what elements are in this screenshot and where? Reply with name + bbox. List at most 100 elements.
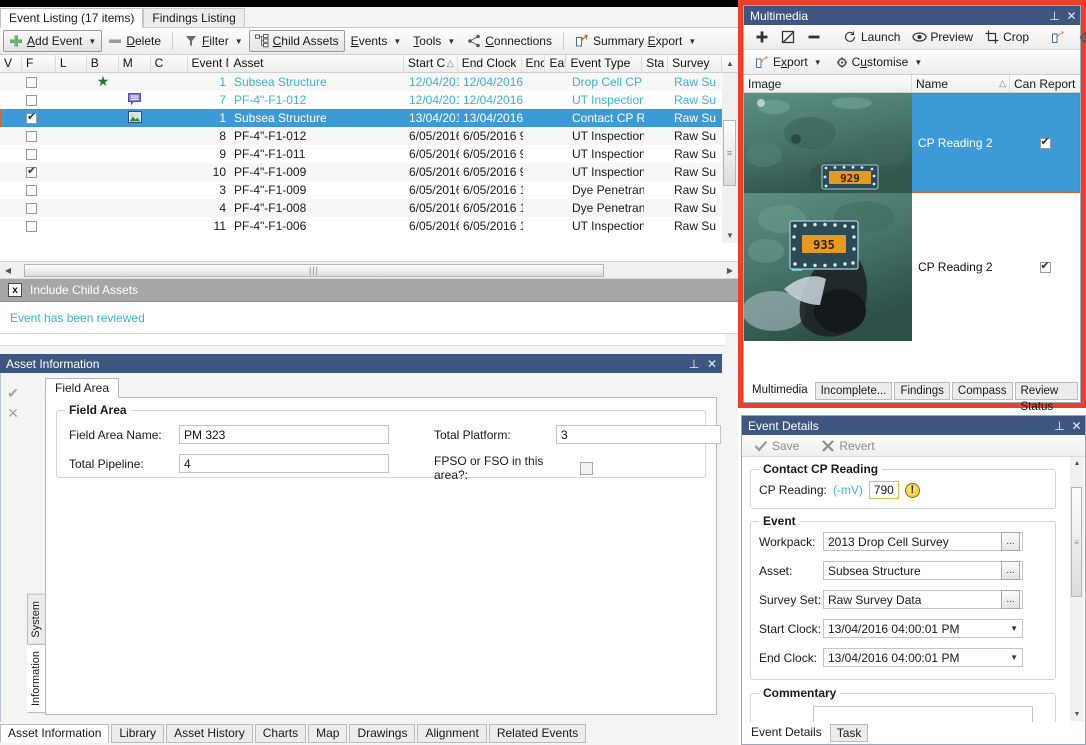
- multimedia-thumbnail[interactable]: 935: [744, 193, 912, 341]
- tools-caret-icon[interactable]: ▼: [447, 37, 455, 46]
- export-button[interactable]: Export ▼: [749, 51, 828, 73]
- add-event-button[interactable]: AAdd Eventdd Event ▼: [3, 30, 103, 52]
- tab-event-details[interactable]: Event Details: [745, 724, 828, 742]
- row-flag-checkbox[interactable]: [26, 148, 37, 160]
- crop-button[interactable]: Crop: [979, 26, 1035, 48]
- tab-library[interactable]: Library: [111, 724, 165, 743]
- tab-alignment[interactable]: Alignment: [417, 724, 487, 743]
- accept-check-icon[interactable]: ✔: [1, 383, 25, 403]
- multimedia-share-button[interactable]: [1045, 26, 1071, 48]
- pin-icon[interactable]: ⊥: [1051, 417, 1068, 434]
- field-area-name-input[interactable]: PM 323: [179, 425, 389, 444]
- cell-f[interactable]: [22, 74, 56, 91]
- tab-findings-listing[interactable]: Findings Listing: [143, 8, 245, 28]
- connections-button[interactable]: Connections: [461, 30, 558, 52]
- column-header-c[interactable]: C: [151, 55, 188, 72]
- column-header-m[interactable]: M: [119, 55, 151, 72]
- column-header-b[interactable]: B: [87, 55, 119, 72]
- tab-findings[interactable]: Findings: [894, 382, 950, 400]
- tab-map[interactable]: Map: [308, 724, 348, 743]
- table-row-selected[interactable]: 1 Subsea Structure 13/04/2016 13/04/2016…: [0, 109, 738, 127]
- hscroll-left-arrow[interactable]: ◀: [0, 262, 16, 278]
- row-flag-checkbox[interactable]: [26, 165, 37, 178]
- tab-incomplete[interactable]: Incomplete...: [814, 382, 893, 400]
- customise-button[interactable]: Customise ▼: [828, 51, 929, 73]
- table-row[interactable]: 10 PF-4"-F1-009 6/05/2016 6/05/2016 9 UT…: [0, 163, 738, 181]
- pin-icon[interactable]: ⊥: [686, 356, 702, 372]
- grid-vertical-scroll-thumb[interactable]: ≡: [723, 120, 736, 186]
- multimedia-settings-button[interactable]: [1071, 26, 1086, 48]
- tab-drawings[interactable]: Drawings: [349, 724, 416, 743]
- multimedia-item-selected[interactable]: 929 CP Reading 2: [744, 93, 1080, 193]
- row-flag-checkbox[interactable]: [26, 202, 37, 214]
- events-caret-icon[interactable]: ▼: [393, 37, 401, 46]
- pin-icon[interactable]: ⊥: [1046, 7, 1063, 24]
- column-header-can-report[interactable]: Can Report: [1010, 75, 1080, 92]
- tab-compass[interactable]: Compass: [951, 382, 1013, 400]
- hscroll-right-arrow[interactable]: ▶: [722, 262, 738, 278]
- multimedia-edit-button[interactable]: [775, 26, 801, 48]
- survey-set-input[interactable]: Raw Survey Data: [823, 590, 1023, 609]
- row-flag-checkbox[interactable]: [26, 111, 37, 124]
- tab-related-events[interactable]: Related Events: [488, 724, 587, 743]
- close-icon[interactable]: ✕: [1063, 7, 1080, 24]
- column-header-v[interactable]: V: [0, 55, 22, 72]
- tab-asset-information[interactable]: Asset Information: [0, 724, 110, 743]
- total-platform-input[interactable]: 3: [556, 425, 721, 444]
- cell-f[interactable]: [22, 218, 56, 235]
- table-row[interactable]: 8 PF-4"-F1-012 6/05/2016 6/05/2016 9 UT …: [0, 127, 738, 145]
- chevron-down-icon[interactable]: ▼: [1010, 653, 1018, 662]
- tab-event-listing[interactable]: Event Listing (17 items): [0, 8, 144, 28]
- add-event-caret-icon[interactable]: ▼: [88, 37, 96, 46]
- close-filter-icon[interactable]: x: [8, 283, 22, 297]
- table-row[interactable]: ★ 1 Subsea Structure 12/04/2016 12/04/20…: [0, 73, 738, 91]
- hscroll-thumb[interactable]: |||: [24, 263, 604, 277]
- column-header-enc[interactable]: Enc: [522, 55, 546, 72]
- table-row[interactable]: 4 PF-4"-F1-008 6/05/2016 6/05/2016 1 Dye…: [0, 199, 738, 217]
- column-header-name[interactable]: Name △: [912, 75, 1010, 92]
- reject-cross-icon[interactable]: ✕: [1, 403, 25, 423]
- survey-set-browse-button[interactable]: ...: [1001, 590, 1020, 609]
- row-flag-checkbox[interactable]: [26, 94, 37, 106]
- asset-input[interactable]: Subsea Structure: [823, 561, 1023, 580]
- workpack-input[interactable]: 2013 Drop Cell Survey: [823, 532, 1023, 551]
- can-report-checkbox[interactable]: [1039, 260, 1051, 273]
- grid-horizontal-scrollbar[interactable]: ◀ ||| ▶: [0, 262, 738, 279]
- preview-button[interactable]: Preview: [906, 26, 979, 48]
- filter-button[interactable]: Filter ▼: [178, 30, 249, 52]
- close-icon[interactable]: ✕: [1068, 417, 1085, 434]
- row-flag-checkbox[interactable]: [26, 220, 37, 232]
- table-row[interactable]: 3 PF-4"-F1-009 6/05/2016 6/05/2016 1 Dye…: [0, 181, 738, 199]
- save-button[interactable]: Save: [748, 435, 805, 457]
- table-row[interactable]: 7 PF-4"-F1-012 12/04/2016 12/04/2016 UT …: [0, 91, 738, 109]
- filter-caret-icon[interactable]: ▼: [235, 37, 243, 46]
- total-pipeline-input[interactable]: 4: [179, 454, 389, 473]
- column-header-f[interactable]: F: [22, 55, 56, 72]
- event-details-scroll-down-arrow[interactable]: ▼: [1070, 708, 1084, 721]
- commentary-textarea[interactable]: [813, 706, 1033, 722]
- cell-f[interactable]: [22, 110, 56, 127]
- asset-browse-button[interactable]: ...: [1001, 561, 1020, 580]
- cell-f[interactable]: [22, 200, 56, 217]
- column-header-event-type[interactable]: Event Type: [566, 55, 643, 72]
- cell-f[interactable]: [22, 146, 56, 163]
- tab-charts[interactable]: Charts: [254, 724, 307, 743]
- cell-f[interactable]: [22, 92, 56, 109]
- row-flag-checkbox[interactable]: [26, 76, 37, 88]
- column-header-asset[interactable]: Asset: [229, 55, 404, 72]
- event-details-scroll-thumb[interactable]: ≡: [1071, 487, 1082, 597]
- column-header-event-n[interactable]: Event N: [188, 55, 230, 72]
- cell-f[interactable]: [22, 164, 56, 181]
- grid-vertical-scrollbar[interactable]: ≡ ▼: [722, 73, 738, 243]
- cell-f[interactable]: [22, 182, 56, 199]
- tab-field-area[interactable]: Field Area: [45, 378, 120, 398]
- column-header-end-clock[interactable]: End Clock: [458, 55, 522, 72]
- multimedia-can-report-cell[interactable]: [1010, 93, 1080, 193]
- column-header-start-clock[interactable]: Start C △: [404, 55, 458, 72]
- warning-icon[interactable]: !: [904, 482, 920, 498]
- tab-task[interactable]: Task: [829, 724, 869, 742]
- event-details-vertical-scrollbar[interactable]: ▲ ≡ ▼: [1070, 457, 1084, 721]
- column-header-sta[interactable]: Sta: [642, 55, 669, 72]
- workpack-browse-button[interactable]: ...: [1001, 532, 1020, 551]
- end-clock-combo[interactable]: 13/04/2016 04:00:01 PM ▼: [823, 648, 1023, 667]
